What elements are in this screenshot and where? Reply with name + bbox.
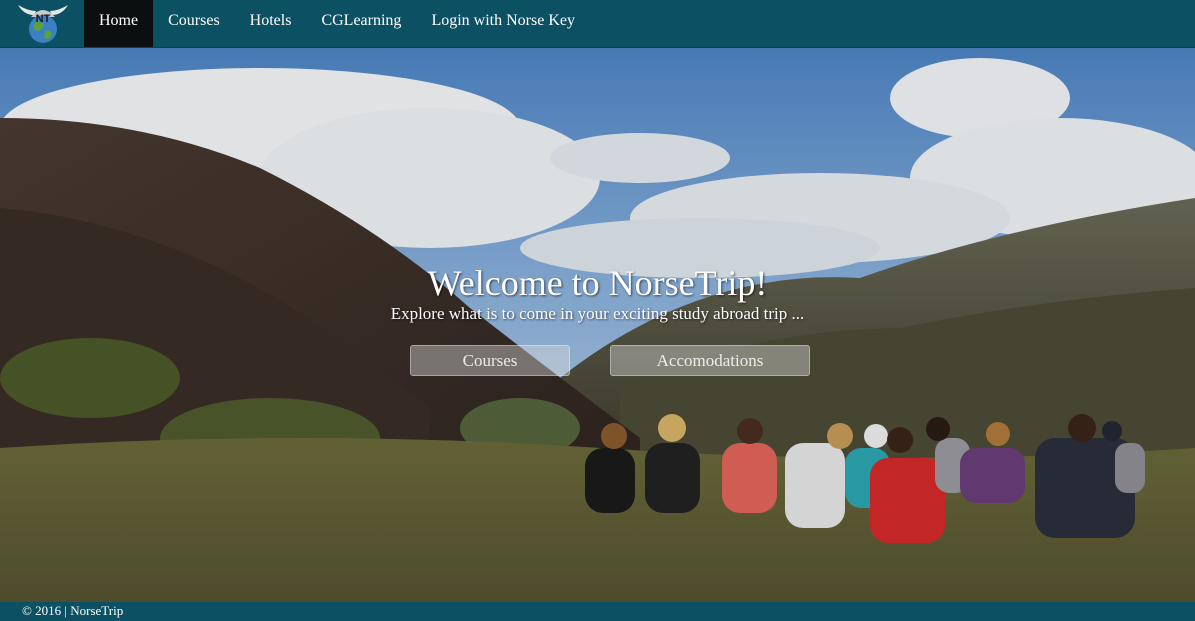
accomodations-button[interactable]: Accomodations	[610, 345, 810, 376]
nav-item-home[interactable]: Home	[84, 0, 154, 47]
norsetrip-logo[interactable]: NT	[14, 1, 72, 45]
courses-button[interactable]: Courses	[410, 345, 570, 376]
viking-globe-logo-icon: NT	[18, 5, 68, 43]
top-navbar: NT Home Courses Hotels CGLearning Login …	[0, 0, 1195, 48]
footer-bar: © 2016 | NorseTrip	[0, 602, 1195, 621]
hero-banner: Welcome to NorseTrip! Explore what is to…	[0, 48, 1195, 602]
hero-subtitle: Explore what is to come in your exciting…	[390, 304, 805, 323]
nav-item-login-norse-key[interactable]: Login with Norse Key	[416, 0, 590, 47]
copyright-text: © 2016 | NorseTrip	[22, 603, 124, 618]
logo-letters: NT	[36, 13, 51, 25]
nav-item-hotels[interactable]: Hotels	[235, 0, 307, 47]
nav-item-courses[interactable]: Courses	[153, 0, 235, 47]
nav-item-cglearning[interactable]: CGLearning	[306, 0, 416, 47]
hero-overlay: Welcome to NorseTrip! Explore what is to…	[0, 48, 1195, 602]
hero-title: Welcome to NorseTrip!	[427, 263, 768, 303]
nav-menu: Home Courses Hotels CGLearning Login wit…	[84, 0, 590, 48]
